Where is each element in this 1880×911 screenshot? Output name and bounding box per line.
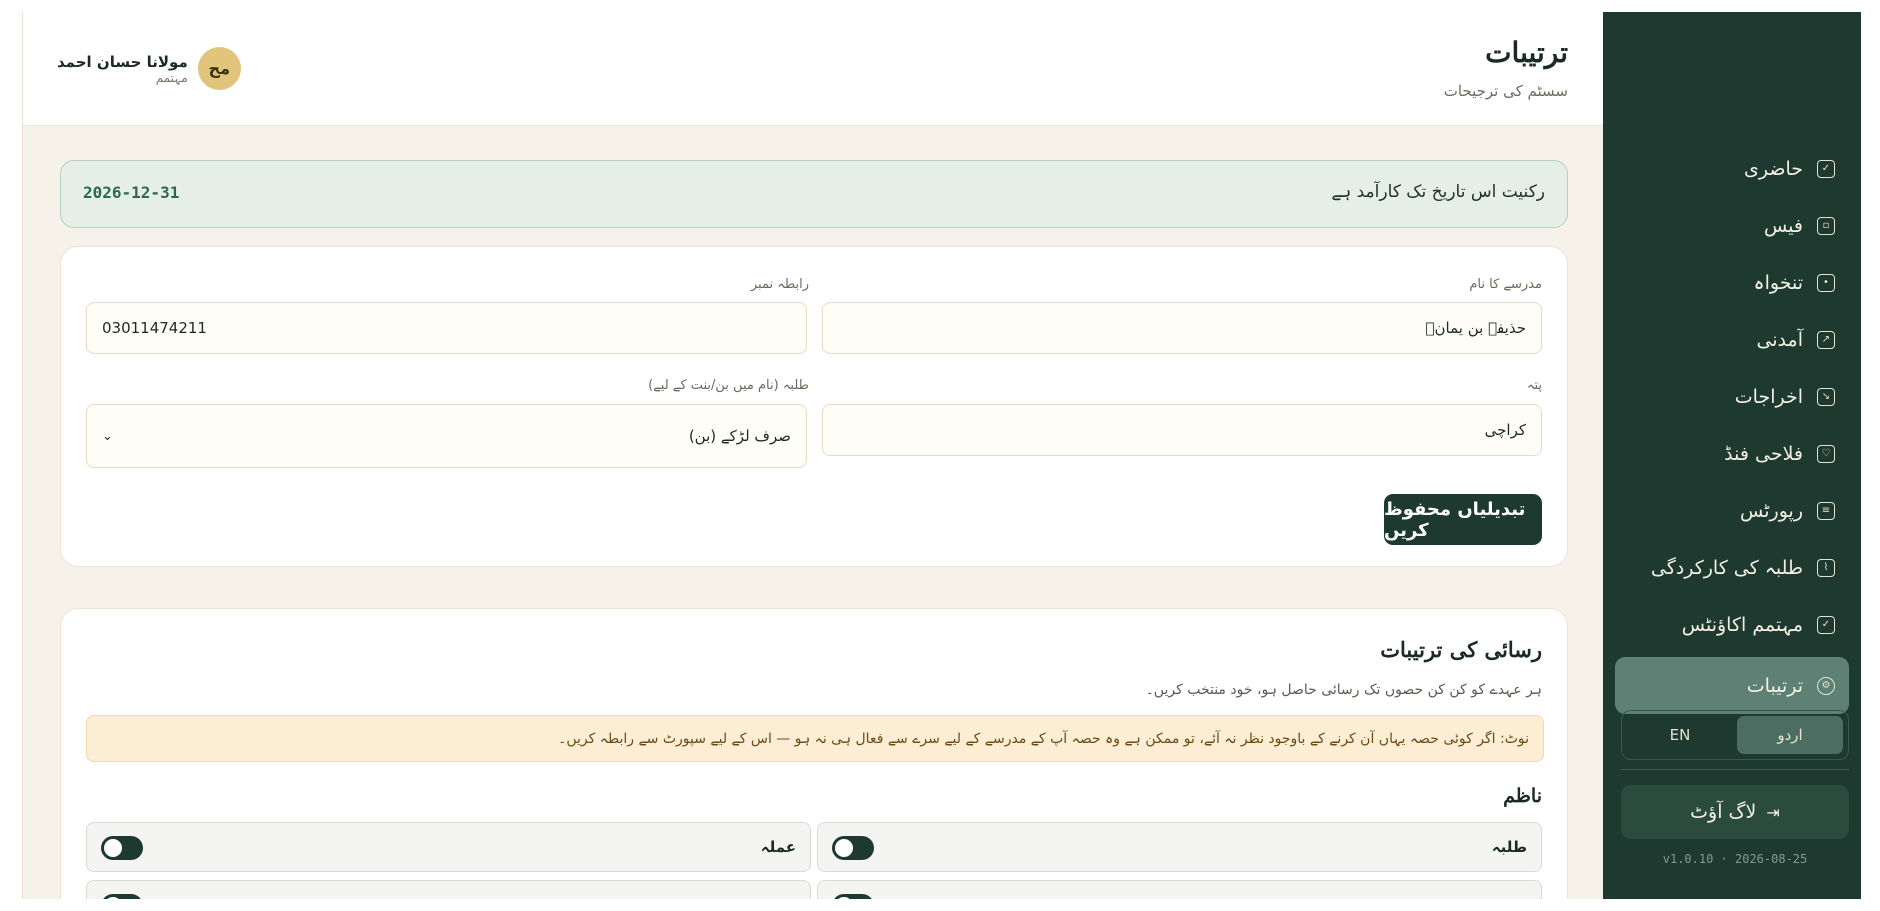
sidebar-divider: [1621, 769, 1849, 770]
sidebar: حاضری ✓ فیس ▫ تنخواہ • آمدنی ↗ اخراجات ↘ فلاحی فنڈ…: [1603, 12, 1861, 899]
permission-toggle[interactable]: [832, 836, 874, 860]
sidebar-item-label: حاضری: [1743, 157, 1803, 180]
trending-down-icon: ↘: [1817, 387, 1835, 406]
app-window: ترتیبات سسٹم کی ترجیحات مولانا حسان احمد…: [22, 12, 1861, 899]
subscription-banner: رکنیت اس تاریخ تک کارآمد ہے 2026-12-31: [60, 160, 1568, 228]
page-subtitle: سسٹم کی ترجیحات: [1443, 82, 1568, 100]
toggle-knob: [104, 897, 122, 899]
banknote-icon: •: [1817, 273, 1835, 292]
sidebar-item-label: ترتیبات: [1746, 674, 1803, 697]
permission-row: [86, 880, 811, 899]
top-bar: ترتیبات سسٹم کی ترجیحات مولانا حسان احمد…: [23, 12, 1604, 126]
students-type-select[interactable]: ⌄ صرف لڑکے (بن): [86, 404, 807, 468]
role-group-title: ناظم: [1503, 785, 1542, 807]
sidebar-item[interactable]: رپورٹس ≡: [1615, 482, 1849, 539]
language-switcher: EN اردو: [1621, 710, 1849, 760]
avatar[interactable]: مح: [197, 47, 241, 90]
access-subtitle: ہر عہدے کو کن کن حصوں تک رسائی حاصل ہو، …: [1145, 682, 1542, 698]
sidebar-item[interactable]: مہتمم اکاؤنٹس ✓: [1615, 596, 1849, 653]
students-type-label: طلبہ (نام میں بن/بنت کے لیے): [648, 378, 809, 393]
user-name: مولانا حسان احمد: [57, 52, 188, 71]
permission-row: عملہ: [86, 822, 811, 872]
main-content: ترتیبات سسٹم کی ترجیحات مولانا حسان احمد…: [22, 12, 1604, 899]
permission-toggle[interactable]: [101, 836, 143, 860]
user-role: مہتمم: [155, 70, 188, 85]
toggle-knob: [835, 897, 853, 899]
access-settings-card: رسائی کی ترتیبات ہر عہدے کو کن کن حصوں ت…: [60, 608, 1568, 899]
user-profile[interactable]: مولانا حسان احمد مہتمم مح: [57, 47, 241, 90]
permission-row: [817, 880, 1542, 899]
heart-handshake-icon: ♡: [1817, 444, 1835, 463]
subscription-date: 2026-12-31: [83, 183, 180, 202]
phone-field[interactable]: 03011474211: [86, 302, 807, 354]
chevron-down-icon: ⌄: [102, 428, 113, 444]
school-name-field[interactable]: حذیفہ بن یمانؓ: [822, 302, 1542, 354]
sidebar-item-label: تنخواہ: [1753, 271, 1803, 294]
save-button[interactable]: تبدیلیاں محفوظ کریں: [1384, 494, 1542, 545]
sidebar-item[interactable]: ترتیبات ⚙: [1615, 657, 1849, 714]
sidebar-item[interactable]: طلبہ کی کارکردگی ⌇: [1615, 539, 1849, 596]
language-option-urdu[interactable]: اردو: [1737, 716, 1843, 754]
page-title: ترتیبات: [1485, 36, 1568, 69]
calendar-check-icon: ✓: [1817, 159, 1835, 178]
school-name-label: مدرسے کا نام: [1469, 277, 1542, 292]
sidebar-item-label: اخراجات: [1734, 385, 1803, 408]
address-label: پتہ: [1526, 378, 1542, 393]
school-settings-card: مدرسے کا نام حذیفہ بن یمانؓ رابطہ نمبر 0…: [60, 246, 1568, 567]
user-info: مولانا حسان احمد مہتمم: [57, 53, 188, 85]
permission-label: طلبہ: [1491, 838, 1527, 856]
toggle-knob: [104, 839, 122, 857]
access-note: نوٹ: اگر کوئی حصہ یہاں آن کرنے کے باوجود…: [86, 715, 1544, 762]
sidebar-item-label: فلاحی فنڈ: [1724, 442, 1803, 465]
trending-up-icon: ↗: [1817, 330, 1835, 349]
sidebar-item[interactable]: تنخواہ •: [1615, 254, 1849, 311]
language-option-en[interactable]: EN: [1627, 716, 1733, 754]
sidebar-item[interactable]: فلاحی فنڈ ♡: [1615, 425, 1849, 482]
file-chart-icon: ≡: [1817, 501, 1835, 520]
sidebar-item[interactable]: اخراجات ↘: [1615, 368, 1849, 425]
line-chart-icon: ⌇: [1817, 558, 1835, 577]
sidebar-item-label: مہتمم اکاؤنٹس: [1681, 613, 1803, 636]
logout-icon: ⇥: [1766, 802, 1780, 822]
sidebar-item[interactable]: فیس ▫: [1615, 197, 1849, 254]
sidebar-item[interactable]: حاضری ✓: [1615, 140, 1849, 197]
shield-check-icon: ✓: [1817, 615, 1835, 634]
subscription-text: رکنیت اس تاریخ تک کارآمد ہے: [1331, 182, 1545, 202]
sidebar-item-label: رپورٹس: [1740, 499, 1803, 522]
wallet-icon: ▫: [1817, 216, 1835, 235]
sidebar-item-label: فیس: [1763, 214, 1803, 237]
address-field[interactable]: کراچی: [822, 404, 1542, 456]
gear-icon: ⚙: [1817, 676, 1835, 695]
sidebar-nav: حاضری ✓ فیس ▫ تنخواہ • آمدنی ↗ اخراجات ↘ فلاحی فنڈ…: [1615, 140, 1849, 714]
version-text: v1.0.10 · 2026-08-25: [1662, 852, 1808, 866]
sidebar-item[interactable]: آمدنی ↗: [1615, 311, 1849, 368]
toggle-knob: [835, 839, 853, 857]
permission-toggle[interactable]: [832, 894, 874, 899]
permission-toggle[interactable]: [101, 894, 143, 899]
permission-label: عملہ: [760, 838, 796, 856]
logout-label: لاگ آؤٹ: [1690, 801, 1757, 823]
sidebar-item-label: طلبہ کی کارکردگی: [1650, 556, 1803, 579]
phone-label: رابطہ نمبر: [750, 277, 809, 292]
students-type-value: صرف لڑکے (بن): [688, 427, 791, 445]
permission-row: طلبہ: [817, 822, 1542, 872]
sidebar-item-label: آمدنی: [1756, 328, 1803, 351]
access-title: رسائی کی ترتیبات: [1380, 637, 1542, 662]
logout-button[interactable]: لاگ آؤٹ ⇥: [1621, 785, 1849, 839]
